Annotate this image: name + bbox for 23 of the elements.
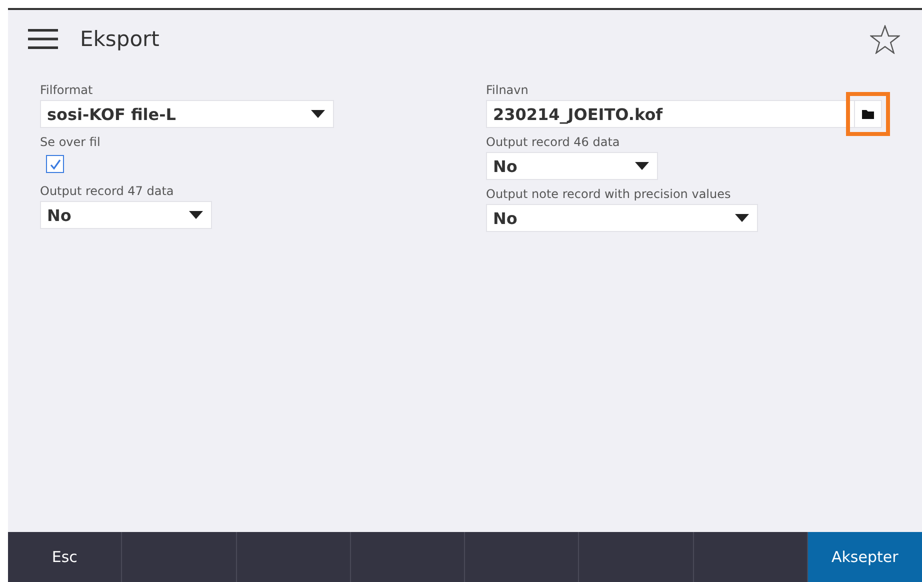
dropdown[interactable]: No bbox=[486, 204, 758, 232]
field-label: Se over fil bbox=[40, 134, 100, 150]
filename-field[interactable]: 230214_JOEITO.kof bbox=[486, 100, 854, 128]
menu-icon[interactable] bbox=[28, 29, 58, 49]
checkmark-icon bbox=[48, 158, 62, 170]
browse-button[interactable] bbox=[854, 100, 882, 128]
dropdown[interactable]: sosi-KOF file-L bbox=[40, 100, 334, 128]
caret-icon bbox=[189, 211, 203, 219]
star-icon[interactable] bbox=[870, 24, 900, 54]
accept-button[interactable]: Aksepter bbox=[808, 532, 922, 582]
folder-icon bbox=[862, 110, 874, 118]
dropdown[interactable]: No bbox=[40, 201, 212, 229]
checkbox[interactable] bbox=[46, 155, 64, 173]
field-label: Output record 47 data bbox=[40, 183, 174, 199]
dropdown[interactable]: No bbox=[486, 152, 658, 180]
field-label: Output record 46 data bbox=[486, 134, 620, 150]
caret-icon bbox=[635, 162, 649, 170]
field-label: Output note record with precision values bbox=[486, 186, 731, 202]
page-title: Eksport bbox=[80, 27, 160, 51]
field-label: Filformat bbox=[40, 82, 93, 98]
field-label: Filnavn bbox=[486, 82, 528, 98]
caret-icon bbox=[311, 110, 325, 118]
caret-icon bbox=[735, 214, 749, 222]
